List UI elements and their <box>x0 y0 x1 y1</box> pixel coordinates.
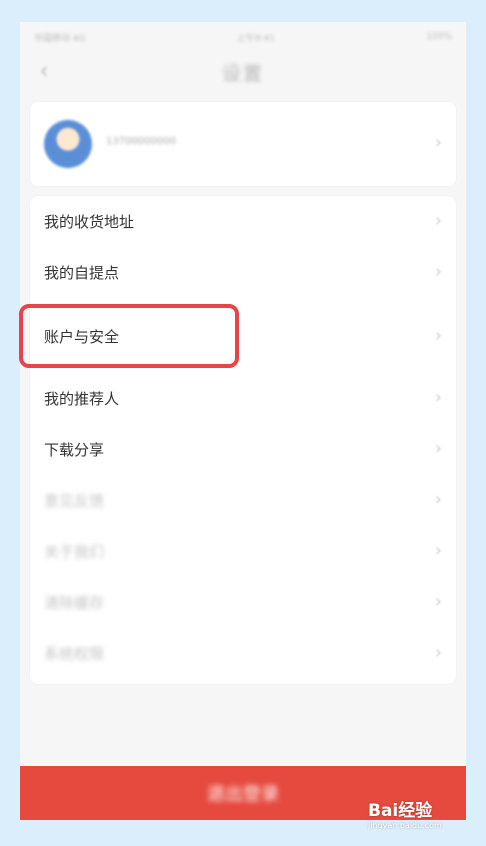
phone-screen: 中国移动 4G 上午9:41 100% ‹ 设置 13700000000 › 我… <box>20 22 466 820</box>
menu-item-download-share[interactable]: 下载分享 › <box>30 424 456 475</box>
page-title: 设置 <box>221 62 264 85</box>
chevron-right-icon: › <box>434 261 442 282</box>
profile-name: 13700000000 <box>106 136 176 147</box>
status-bar: 中国移动 4G 上午9:41 100% <box>20 22 466 52</box>
menu-item-address[interactable]: 我的收货地址 › <box>30 196 456 247</box>
chevron-right-icon: › <box>434 325 442 346</box>
chevron-right-icon: › <box>434 387 442 408</box>
nav-bar: ‹ 设置 <box>20 52 466 92</box>
menu-item-permissions[interactable]: 系统权限 › <box>30 628 456 679</box>
back-arrow-icon[interactable]: ‹ <box>32 58 56 86</box>
chevron-right-icon: › <box>434 438 442 459</box>
chevron-right-icon: › <box>434 591 442 612</box>
menu-item-clear-cache[interactable]: 清除缓存 › <box>30 577 456 628</box>
menu-item-label: 清除缓存 <box>44 594 105 612</box>
clock-text: 上午9:41 <box>236 33 276 44</box>
profile-card[interactable]: 13700000000 › <box>30 102 456 186</box>
avatar <box>44 120 92 168</box>
watermark-url: jingyan.baidu.com <box>368 821 442 830</box>
chevron-right-icon: › <box>434 642 442 663</box>
watermark-brand: Bai经验 <box>368 801 433 821</box>
menu-item-label: 我的自提点 <box>44 264 120 282</box>
logout-label: 退出登录 <box>207 784 279 805</box>
watermark: Bai经验 jingyan.baidu.com <box>368 796 478 832</box>
menu-item-referrer[interactable]: 我的推荐人 › <box>30 373 456 424</box>
menu-item-label: 关于我们 <box>44 543 105 561</box>
menu-item-pickup-point[interactable]: 我的自提点 › <box>30 247 456 298</box>
chevron-right-icon: › <box>434 489 442 510</box>
chevron-right-icon: › <box>434 210 442 231</box>
settings-menu: 我的收货地址 › 我的自提点 › 账户与安全 › 我的推荐人 › 下载分享 › … <box>30 196 456 684</box>
battery-text: 100% <box>426 32 452 42</box>
menu-item-feedback[interactable]: 意见反馈 › <box>30 475 456 526</box>
menu-item-label: 我的推荐人 <box>44 390 120 408</box>
chevron-right-icon: › <box>434 132 442 153</box>
chevron-right-icon: › <box>434 540 442 561</box>
menu-item-label: 系统权限 <box>44 645 105 663</box>
menu-item-label: 我的收货地址 <box>44 213 135 231</box>
menu-item-about[interactable]: 关于我们 › <box>30 526 456 577</box>
menu-item-label: 意见反馈 <box>44 492 105 510</box>
carrier-text: 中国移动 4G <box>34 33 86 44</box>
highlight-box <box>19 304 239 368</box>
menu-item-label: 下载分享 <box>44 441 105 459</box>
